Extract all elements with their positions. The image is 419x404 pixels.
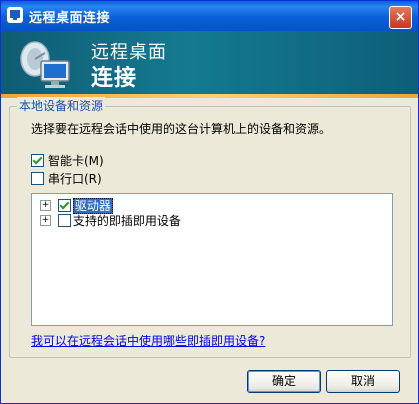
expand-icon[interactable]: + <box>40 215 51 226</box>
serial-port-checkbox[interactable] <box>31 172 44 185</box>
device-tree[interactable]: + 驱动器 + 支持的即插即用设备 <box>31 193 393 326</box>
instruction-text: 选择要在远程会话中使用的这台计算机上的设备和资源。 <box>31 122 332 136</box>
banner: 远程桌面 连接 <box>1 31 418 98</box>
cancel-button[interactable]: 取消 <box>326 370 400 393</box>
tree-item-pnp-devices[interactable]: + 支持的即插即用设备 <box>40 212 181 228</box>
banner-title-line2: 连接 <box>91 66 138 91</box>
title-bar[interactable]: 远程桌面连接 × <box>1 1 418 31</box>
expand-icon[interactable]: + <box>40 200 51 211</box>
pnp-devices-label: 支持的即插即用设备 <box>72 214 181 228</box>
smartcard-label: 智能卡(M) <box>48 154 104 168</box>
smartcard-checkbox[interactable] <box>31 154 44 167</box>
ok-button[interactable]: 确定 <box>247 370 321 393</box>
pnp-help-link[interactable]: 我可以在远程会话中使用哪些即插即用设备? <box>31 332 265 349</box>
monitor-satellite-icon <box>20 41 70 88</box>
serial-port-option[interactable]: 串行口(R) <box>31 170 102 186</box>
tree-item-drives[interactable]: + 驱动器 <box>40 197 113 214</box>
window-title: 远程桌面连接 <box>29 11 111 26</box>
serial-port-label: 串行口(R) <box>48 172 102 186</box>
drives-checkbox[interactable] <box>57 199 71 212</box>
close-button[interactable]: × <box>389 6 412 29</box>
pnp-devices-checkbox[interactable] <box>57 214 71 227</box>
remote-desktop-icon <box>7 7 23 23</box>
group-legend: 本地设备和资源 <box>17 97 106 114</box>
dialog-window: 远程桌面连接 × 远程桌面 连接 本地设备和资源 选择要在远程会话中使用的这台计… <box>0 0 419 404</box>
smartcard-option[interactable]: 智能卡(M) <box>31 152 104 168</box>
